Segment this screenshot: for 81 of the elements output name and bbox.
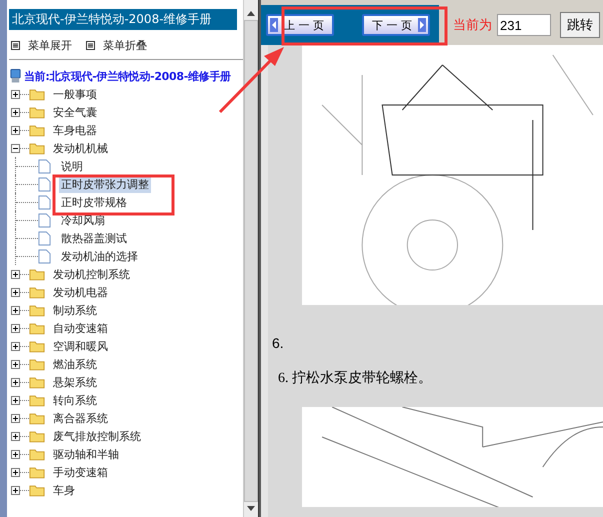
folder-icon bbox=[29, 376, 45, 388]
tree-item[interactable]: 悬架系统 bbox=[51, 374, 99, 390]
expand-toggle[interactable] bbox=[11, 306, 20, 314]
folder-icon bbox=[29, 286, 45, 298]
expand-toggle[interactable] bbox=[11, 360, 20, 368]
tree-item[interactable]: 转向系统 bbox=[51, 392, 99, 408]
expand-toggle[interactable] bbox=[11, 468, 20, 476]
tree-item[interactable]: 燃油系统 bbox=[51, 356, 99, 372]
folder-icon bbox=[29, 430, 45, 442]
folder-icon bbox=[29, 268, 45, 280]
expand-toggle[interactable] bbox=[11, 396, 20, 404]
manual-title: 北京现代-伊兰特悦动-2008-维修手册 bbox=[9, 9, 237, 30]
left-arrow-icon bbox=[270, 18, 278, 32]
folder-icon bbox=[29, 124, 45, 136]
scroll-up-icon[interactable] bbox=[247, 11, 255, 16]
folder-icon bbox=[29, 106, 45, 118]
page-number-field[interactable]: 231 bbox=[497, 14, 551, 36]
tree-item[interactable]: 发动机油的选择 bbox=[59, 248, 140, 264]
tree-item[interactable]: 正时皮带规格 bbox=[59, 194, 129, 210]
document-icon bbox=[38, 230, 51, 246]
computer-icon bbox=[9, 68, 22, 84]
tree-item[interactable]: 自动变速箱 bbox=[51, 320, 110, 336]
menu-icon[interactable] bbox=[11, 40, 20, 50]
menu-action-link[interactable]: 菜单折叠 bbox=[103, 38, 147, 52]
folder-icon bbox=[29, 322, 45, 334]
document-icon bbox=[38, 248, 51, 264]
step-number: 6. bbox=[272, 335, 285, 353]
expand-toggle[interactable] bbox=[11, 90, 20, 98]
menu-icon[interactable] bbox=[86, 40, 95, 50]
tree-item[interactable]: 发动机机械 bbox=[51, 140, 110, 156]
expand-toggle[interactable] bbox=[11, 288, 20, 296]
tree-item[interactable]: 废气排放控制系统 bbox=[51, 428, 143, 444]
document-icon bbox=[38, 176, 51, 192]
folder-icon bbox=[29, 304, 45, 316]
right-arrow-icon bbox=[418, 18, 426, 32]
tree-item[interactable]: 冷却风扇 bbox=[59, 212, 107, 228]
folder-icon bbox=[29, 340, 45, 352]
tree-item[interactable]: 发动机控制系统 bbox=[51, 266, 132, 282]
tree-item[interactable]: 车身 bbox=[51, 482, 77, 498]
folder-icon bbox=[29, 448, 45, 460]
expand-toggle[interactable] bbox=[11, 432, 20, 440]
current-path-label: 当前:北京现代-伊兰特悦动-2008-维修手册 bbox=[24, 68, 231, 84]
tree-item[interactable]: 车身电器 bbox=[51, 122, 99, 138]
expand-toggle[interactable] bbox=[11, 450, 20, 458]
next-page-button[interactable]: 下 一 页 bbox=[362, 14, 430, 36]
folder-icon bbox=[29, 484, 45, 496]
expand-toggle[interactable] bbox=[11, 270, 20, 278]
tree-item[interactable]: 空调和暖风 bbox=[51, 338, 110, 354]
scrollbar[interactable] bbox=[243, 0, 258, 517]
expand-toggle[interactable] bbox=[11, 342, 20, 350]
expand-toggle[interactable] bbox=[11, 378, 20, 386]
expand-toggle[interactable] bbox=[11, 126, 20, 134]
expand-toggle[interactable] bbox=[11, 144, 20, 152]
document-icon bbox=[38, 212, 51, 228]
tree-item[interactable]: 驱动轴和半轴 bbox=[51, 446, 121, 462]
tree-item[interactable]: 安全气囊 bbox=[51, 104, 99, 120]
folder-icon bbox=[29, 394, 45, 406]
folder-icon bbox=[29, 88, 45, 100]
document-icon bbox=[38, 194, 51, 210]
tree-item[interactable]: 制动系统 bbox=[51, 302, 99, 318]
tree-item[interactable]: 一般事项 bbox=[51, 86, 99, 102]
current-page-label: 当前为 bbox=[453, 17, 492, 34]
tree-item[interactable]: 散热器盖测试 bbox=[59, 230, 129, 246]
folder-icon bbox=[29, 358, 45, 370]
step-instruction: 6. 拧松水泵皮带轮螺栓。 bbox=[278, 369, 433, 388]
expand-toggle[interactable] bbox=[11, 414, 20, 422]
folder-icon bbox=[29, 412, 45, 424]
scroll-down-icon[interactable] bbox=[247, 506, 255, 511]
expand-toggle[interactable] bbox=[11, 108, 20, 116]
expand-toggle[interactable] bbox=[11, 486, 20, 494]
tree-item[interactable]: 手动变速箱 bbox=[51, 464, 110, 480]
expand-toggle[interactable] bbox=[11, 324, 20, 332]
previous-page-button[interactable]: 上 一 页 bbox=[266, 14, 334, 36]
tree-item[interactable]: 离合器系统 bbox=[51, 410, 110, 426]
tree-item[interactable]: 发动机电器 bbox=[51, 284, 110, 300]
menu-action-link[interactable]: 菜单展开 bbox=[28, 38, 72, 52]
document-icon bbox=[38, 158, 51, 174]
tree-item[interactable]: 说明 bbox=[59, 158, 85, 174]
folder-icon bbox=[29, 142, 45, 154]
jump-button[interactable]: 跳转 bbox=[560, 12, 600, 38]
folder-icon bbox=[29, 466, 45, 478]
